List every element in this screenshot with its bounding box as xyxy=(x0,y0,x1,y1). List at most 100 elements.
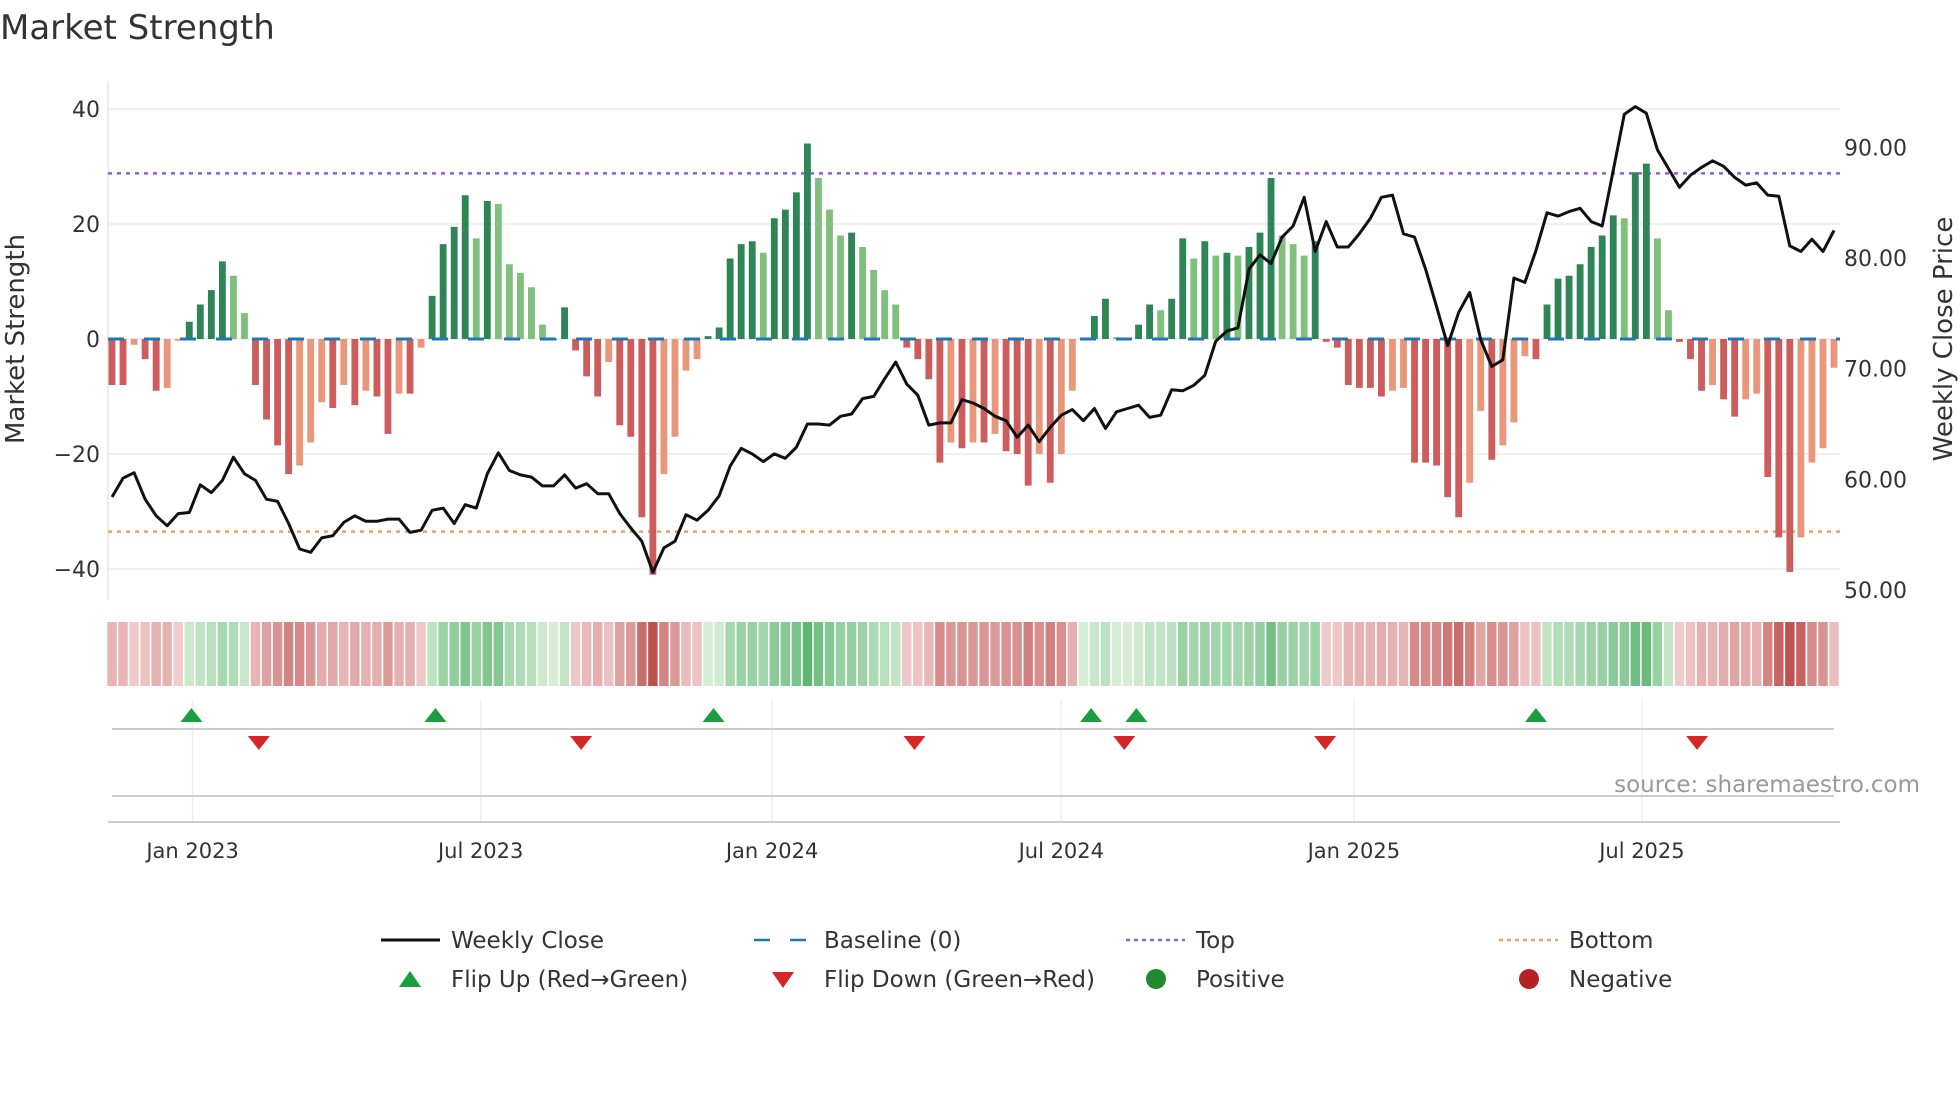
negative-bar xyxy=(1731,339,1739,417)
heat-strip-cell xyxy=(1575,622,1585,686)
negative-bar xyxy=(1720,339,1728,400)
legend-circle-icon xyxy=(1146,969,1166,989)
heat-strip-cell xyxy=(184,622,194,686)
heat-strip-cell xyxy=(968,622,978,686)
positive-bar xyxy=(1245,247,1253,339)
negative-bar xyxy=(1389,339,1396,391)
negative-bar xyxy=(1808,339,1816,463)
heat-strip-cell xyxy=(548,622,559,686)
negative-bar xyxy=(395,339,403,394)
heat-strip-cell xyxy=(1763,622,1773,686)
positive-bar xyxy=(1631,172,1639,339)
heat-strip-cell xyxy=(1166,622,1177,686)
positive-bar xyxy=(1576,264,1584,339)
negative-bar xyxy=(936,339,944,463)
heat-strip-cell xyxy=(1796,622,1806,686)
legend-label: Bottom xyxy=(1569,928,1653,954)
positive-bar xyxy=(1598,235,1606,339)
heat-strip-cell xyxy=(769,622,780,686)
heat-strip-cell xyxy=(228,622,239,686)
heat-strip-cell xyxy=(703,622,713,686)
flip-up-marker xyxy=(1080,708,1103,722)
heat-strip-cell xyxy=(1409,622,1420,686)
legend-triangle-down-icon xyxy=(772,972,794,988)
heat-strip-cell xyxy=(1299,622,1309,686)
heat-strip-cell xyxy=(1067,622,1078,686)
heat-strip-cell xyxy=(1696,622,1707,686)
positive-bar xyxy=(848,232,855,339)
positive-bar xyxy=(726,258,734,339)
flip-down-marker xyxy=(1686,736,1709,750)
heat-strip-cell xyxy=(935,622,945,686)
heat-strip-cell xyxy=(604,622,614,686)
positive-bar xyxy=(759,252,767,339)
source-note: source: sharemaestro.com xyxy=(1614,772,1920,798)
heat-strip-cell xyxy=(394,622,404,686)
negative-bar xyxy=(914,339,922,360)
heat-strip-cell xyxy=(151,622,161,686)
negative-bar xyxy=(1786,339,1794,572)
heat-strip-cell xyxy=(1431,622,1442,686)
heat-strip-cell xyxy=(857,622,868,686)
heat-strip-cell xyxy=(1829,622,1839,686)
positive-bar xyxy=(207,290,215,339)
heat-strip-cell xyxy=(780,622,791,686)
positive-bar xyxy=(1278,235,1286,339)
heat-strip-cell xyxy=(1144,622,1155,686)
heat-strip-cell xyxy=(1111,622,1122,686)
negative-bar xyxy=(1322,339,1330,342)
negative-bar xyxy=(1709,339,1716,385)
heat-strip-cell xyxy=(758,622,768,686)
positive-bar xyxy=(1653,238,1661,339)
negative-bar xyxy=(130,339,138,345)
negative-bar xyxy=(1775,339,1783,538)
y2-tick-label: 70.00 xyxy=(1844,358,1907,383)
negative-bar xyxy=(318,339,326,403)
positive-bar xyxy=(1201,241,1209,339)
heat-strip-cell xyxy=(1729,622,1740,686)
heat-strip-cell xyxy=(239,622,250,686)
negative-bar xyxy=(1002,339,1010,452)
positive-bar xyxy=(781,209,789,339)
positive-bar xyxy=(1311,241,1319,339)
negative-bar xyxy=(1355,339,1363,388)
heat-strip-cell xyxy=(1155,622,1166,686)
y-tick-label: 40 xyxy=(72,98,100,123)
y2-axis-label: Weekly Close Price xyxy=(1929,217,1959,462)
heat-strip-cell xyxy=(482,622,493,686)
positive-bar xyxy=(1587,247,1595,339)
positive-bar xyxy=(1223,252,1231,339)
positive-bar xyxy=(892,304,900,339)
heat-strip-cell xyxy=(1189,622,1199,686)
y-tick-label: −40 xyxy=(54,558,100,583)
y2-tick-label: 80.00 xyxy=(1844,247,1907,272)
heat-strip-cell xyxy=(1630,622,1641,686)
heat-strip-cell xyxy=(283,622,294,686)
positive-bar xyxy=(1565,275,1573,339)
heat-strip-cell xyxy=(615,622,625,686)
negative-bar xyxy=(329,339,337,408)
flip-up-marker xyxy=(180,708,203,722)
legend-label: Weekly Close xyxy=(451,928,604,954)
heat-strip-cell xyxy=(339,622,349,686)
heat-strip-cell xyxy=(835,622,846,686)
negative-bar xyxy=(925,339,933,380)
heat-strip-cell xyxy=(1442,622,1453,686)
negative-bar xyxy=(616,339,624,426)
heat-strip-cell xyxy=(1509,622,1519,686)
positive-bar xyxy=(241,313,248,339)
positive-bar xyxy=(859,247,867,339)
negative-bar xyxy=(1422,339,1429,463)
heat-strip-cell xyxy=(217,622,228,686)
negative-bar xyxy=(1366,339,1374,388)
positive-bar xyxy=(1212,255,1220,339)
heat-strip-cell xyxy=(1056,622,1067,686)
negative-bar xyxy=(1455,339,1463,518)
positive-bar xyxy=(1157,310,1165,339)
positive-bar xyxy=(505,264,513,339)
positive-bar xyxy=(881,290,889,339)
heat-strip-cell xyxy=(979,622,989,686)
y-tick-label: −20 xyxy=(54,443,100,468)
heat-strip-cell xyxy=(1255,622,1265,686)
heat-strip-cell xyxy=(140,622,150,686)
